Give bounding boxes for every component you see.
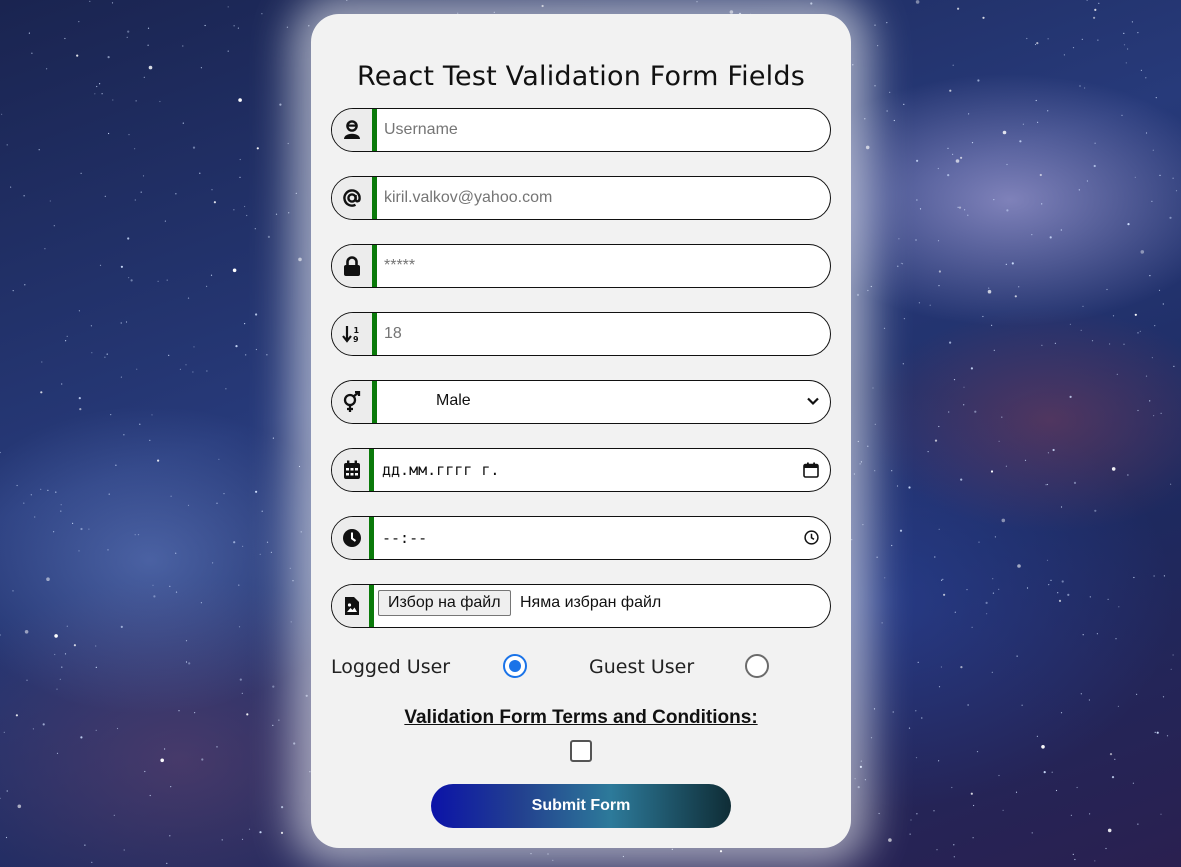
time-input-placeholder: --:-- <box>382 529 428 547</box>
username-field-group <box>331 108 831 152</box>
gender-field-group: Male <box>331 380 831 424</box>
clock-picker-icon[interactable] <box>804 530 819 545</box>
guest-user-radio[interactable] <box>745 654 769 678</box>
age-input[interactable] <box>378 313 818 355</box>
form-card: React Test Validation Form Fields 19 <box>311 14 851 848</box>
field-accent-bar <box>372 313 377 355</box>
email-field-group <box>331 176 831 220</box>
time-field-group: --:-- <box>331 516 831 560</box>
age-field-group: 19 <box>331 312 831 356</box>
password-input[interactable] <box>378 245 818 287</box>
calendar-icon <box>332 449 372 491</box>
at-icon <box>332 177 372 219</box>
logged-user-label: Logged User <box>331 656 451 678</box>
gender-icon <box>332 381 372 423</box>
field-accent-bar <box>369 585 374 627</box>
field-accent-bar <box>372 109 377 151</box>
time-input[interactable]: --:-- <box>374 517 829 559</box>
sort-numeric-icon: 19 <box>332 313 372 355</box>
username-input[interactable] <box>378 109 818 151</box>
form-title: React Test Validation Form Fields <box>357 61 805 92</box>
svg-text:9: 9 <box>353 335 359 344</box>
submit-button[interactable]: Submit Form <box>431 784 731 828</box>
gender-select-value: Male <box>436 392 471 409</box>
field-accent-bar <box>372 245 377 287</box>
terms-checkbox[interactable] <box>570 740 592 762</box>
field-accent-bar <box>372 177 377 219</box>
clock-icon <box>332 517 372 559</box>
svg-text:1: 1 <box>354 326 360 335</box>
guest-user-label: Guest User <box>589 656 695 678</box>
terms-label: Validation Form Terms and Conditions: <box>404 707 758 728</box>
file-status-text: Няма избран файл <box>520 594 662 611</box>
choose-file-button[interactable]: Избор на файл <box>378 590 511 616</box>
user-icon <box>332 109 372 151</box>
gender-select[interactable]: Male <box>378 381 828 423</box>
field-accent-bar <box>372 381 377 423</box>
password-field-group <box>331 244 831 288</box>
image-file-icon <box>332 585 372 627</box>
file-field-group: Избор на файл Няма избран файл <box>331 584 831 628</box>
date-input[interactable]: дд.мм.гггг г. <box>374 449 829 491</box>
email-input[interactable] <box>378 177 818 219</box>
calendar-picker-icon[interactable] <box>803 462 819 478</box>
date-field-group: дд.мм.гггг г. <box>331 448 831 492</box>
date-input-placeholder: дд.мм.гггг г. <box>382 461 500 479</box>
lock-icon <box>332 245 372 287</box>
logged-user-radio[interactable] <box>503 654 527 678</box>
chevron-down-icon <box>807 397 819 406</box>
